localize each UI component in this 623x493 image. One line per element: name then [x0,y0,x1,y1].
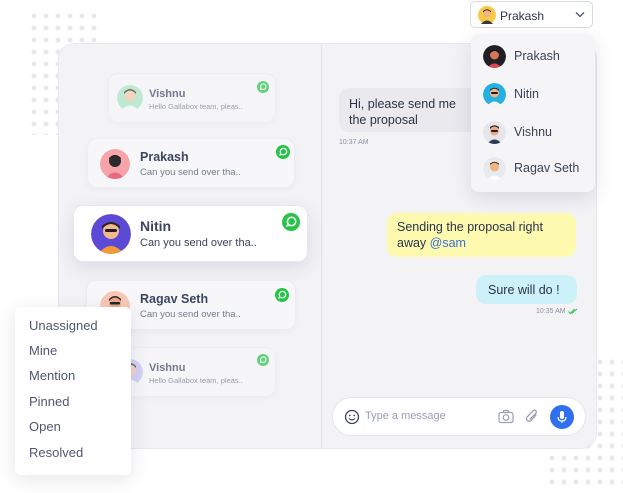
agent-option-ragav-seth[interactable]: Ragav Seth [471,151,595,187]
incoming-message: Hi, please send me the proposal [339,88,479,132]
avatar [91,214,131,254]
message-text: Sending the proposal right away [397,220,543,250]
status-filter-menu: Unassigned Mine Mention Pinned Open Reso… [15,307,131,475]
avatar [483,157,506,180]
mention-tag[interactable]: @sam [430,236,466,250]
status-option-unassigned[interactable]: Unassigned [29,318,98,333]
status-option-pinned[interactable]: Pinned [29,394,69,409]
agent-selected-label: Prakash [500,9,545,23]
whatsapp-icon [257,81,269,93]
agent-option-label: Nitin [514,87,540,101]
status-option-mention[interactable]: Mention [29,368,75,383]
contact-name: Vishnu [149,88,186,100]
whatsapp-icon [275,288,289,302]
camera-icon[interactable] [498,409,514,424]
avatar [117,85,143,111]
message-time: 10:37 AM [339,139,369,146]
whatsapp-icon [276,145,290,159]
agent-option-prakash[interactable]: Prakash [471,39,595,75]
status-option-resolved[interactable]: Resolved [29,445,83,460]
contact-name: Prakash [140,150,189,164]
agent-avatar [478,6,496,24]
conversation-card-active[interactable]: Nitin Can you send over tha.. [73,205,308,262]
whatsapp-icon [257,354,269,366]
agent-dropdown: Prakash Nitin Vishnu Ragav Seth [471,34,595,192]
conversation-card[interactable]: Prakash Can you send over tha.. [87,138,295,188]
contact-name: Vishnu [149,362,186,374]
agent-selector[interactable]: Prakash [470,1,593,28]
attachment-icon[interactable] [525,408,539,425]
microphone-icon [557,411,567,423]
message-preview: Can you send over tha.. [140,167,241,178]
panel-divider [321,44,322,448]
outgoing-message: Sending the proposal right away @sam [387,213,576,257]
contact-name: Ragav Seth [140,292,209,306]
message-time: 10:35 AM [536,308,566,315]
agent-option-vishnu[interactable]: Vishnu [471,115,595,151]
avatar [100,149,130,179]
status-option-open[interactable]: Open [29,419,61,434]
message-preview: Hello Gallabox team, pleas.. [149,376,243,385]
emoji-icon[interactable] [344,409,360,425]
agent-option-label: Vishnu [514,125,552,139]
microphone-button[interactable] [550,405,574,429]
message-input-bar: Type a message [332,397,586,436]
message-preview: Can you send over tha.. [140,309,241,320]
read-receipt-icon [568,308,578,315]
avatar [483,45,506,68]
conversation-card[interactable]: Vishnu Hello Gallabox team, pleas.. [108,347,276,397]
agent-option-label: Prakash [514,49,560,63]
message-preview: Hello Gallabox team, pleas.. [149,102,243,111]
chevron-down-icon [575,12,585,18]
agent-option-label: Ragav Seth [514,161,580,175]
conversation-card[interactable]: Vishnu Hello Gallabox team, pleas.. [108,73,276,123]
outgoing-reply: Sure will do ! [476,275,577,304]
avatar [483,121,506,144]
avatar [483,83,506,106]
whatsapp-icon [282,213,300,231]
contact-name: Nitin [140,218,172,234]
message-input[interactable]: Type a message [365,410,446,422]
message-preview: Can you send over tha.. [140,237,257,249]
status-option-mine[interactable]: Mine [29,343,57,358]
agent-option-nitin[interactable]: Nitin [471,77,595,113]
